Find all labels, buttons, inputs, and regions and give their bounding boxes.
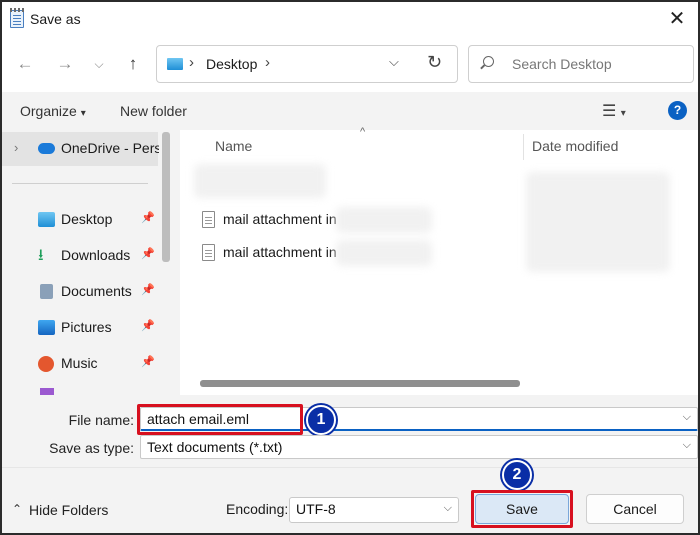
- nav-item-documents[interactable]: Documents 📌: [2, 275, 158, 309]
- music-icon: [38, 356, 54, 372]
- notepad-icon: [10, 8, 24, 28]
- file-name-label: File name:: [68, 412, 134, 428]
- search-input[interactable]: [512, 54, 682, 74]
- text-file-icon: [202, 211, 215, 228]
- dialog-title: Save as: [30, 11, 81, 27]
- hide-folders-label: Hide Folders: [29, 502, 109, 518]
- breadcrumb-separator-icon[interactable]: ›: [189, 54, 194, 71]
- nav-item-pictures[interactable]: Pictures 📌: [2, 311, 158, 345]
- step-badge-2: 2: [502, 460, 532, 490]
- organize-label: Organize: [20, 103, 77, 119]
- blurred-filename-part: [336, 240, 432, 266]
- title-bar: Save as ✕: [2, 2, 698, 38]
- view-options-icon[interactable]: ☰ ▾: [602, 101, 626, 121]
- nav-item-downloads[interactable]: ⭳ Downloads 📌: [2, 239, 158, 273]
- navigation-bar: ← → ⌵ ↑ › Desktop › ⌵ ↻: [2, 38, 698, 92]
- address-bar[interactable]: › Desktop › ⌵ ↻: [156, 45, 458, 83]
- videos-icon: [40, 388, 54, 395]
- file-name: mail attachment in: [223, 244, 337, 260]
- pin-icon[interactable]: 📌: [141, 247, 155, 260]
- desktop-location-icon: [167, 58, 183, 70]
- pin-icon[interactable]: 📌: [141, 319, 155, 332]
- search-icon: [483, 56, 494, 67]
- cancel-button[interactable]: Cancel: [586, 494, 684, 524]
- breadcrumb-desktop[interactable]: Desktop: [206, 56, 257, 72]
- save-as-type-value: Text documents (*.txt): [147, 439, 283, 455]
- breadcrumb-chevron-icon[interactable]: ›: [265, 54, 270, 71]
- encoding-label: Encoding:: [226, 501, 289, 517]
- address-dropdown-chevron-icon[interactable]: ⌵: [389, 54, 399, 70]
- nav-item-label: Desktop: [61, 211, 113, 227]
- save-as-type-dropdown-icon[interactable]: ⌵: [683, 439, 691, 452]
- forward-arrow-icon[interactable]: →: [52, 51, 78, 77]
- encoding-select[interactable]: UTF-8 ⌵: [289, 497, 459, 523]
- nav-item-label: Pictures: [61, 319, 112, 335]
- nav-item-music[interactable]: Music 📌: [2, 347, 158, 381]
- desktop-folder-icon: [38, 212, 55, 227]
- encoding-value: UTF-8: [296, 501, 336, 517]
- help-icon[interactable]: ?: [668, 101, 687, 120]
- nav-item-label: Documents: [61, 283, 132, 299]
- organize-dropdown-icon: ▾: [80, 108, 86, 119]
- organize-button[interactable]: Organize ▾: [20, 103, 86, 119]
- pictures-icon: [38, 320, 55, 335]
- highlight-file-name: [137, 404, 303, 435]
- nav-item-label: Downloads: [61, 247, 131, 263]
- sort-ascending-icon: ^: [360, 126, 366, 138]
- blurred-date-column: [526, 172, 670, 272]
- blurred-folder-row[interactable]: [194, 164, 326, 198]
- search-box[interactable]: [468, 45, 694, 83]
- step-badge-1: 1: [306, 405, 336, 435]
- download-icon: ⭳: [38, 247, 44, 264]
- refresh-icon[interactable]: ↻: [427, 52, 442, 73]
- expand-chevron-icon[interactable]: ›: [14, 140, 18, 155]
- highlight-save-button: [471, 490, 573, 528]
- up-arrow-icon[interactable]: ↑: [120, 51, 146, 77]
- dialog-footer: ⌃ Hide Folders Encoding: UTF-8 ⌵ 2 Save …: [2, 460, 698, 533]
- file-fields: File name: attach email.eml ⌵ 1 Save as …: [2, 395, 698, 467]
- nav-item-label: OneDrive - Perso: [61, 140, 159, 156]
- pin-icon[interactable]: 📌: [141, 283, 155, 296]
- pin-icon[interactable]: 📌: [141, 211, 155, 224]
- file-name-dropdown-icon[interactable]: ⌵: [683, 411, 691, 424]
- save-as-type-select[interactable]: Text documents (*.txt) ⌵: [140, 435, 698, 459]
- nav-item-onedrive[interactable]: › OneDrive - Perso: [2, 132, 159, 166]
- close-button[interactable]: ✕: [664, 6, 690, 32]
- save-as-dialog: Save as ✕ ← → ⌵ ↑ › Desktop › ⌵ ↻ Organi…: [0, 0, 700, 535]
- file-row[interactable]: mail attachment in: [202, 207, 502, 237]
- horizontal-scrollbar[interactable]: [200, 380, 520, 387]
- save-as-type-label: Save as type:: [49, 440, 134, 456]
- blurred-filename-part: [336, 207, 432, 233]
- nav-item-desktop[interactable]: Desktop 📌: [2, 203, 158, 237]
- encoding-dropdown-icon[interactable]: ⌵: [444, 502, 452, 515]
- column-header-name[interactable]: Name: [215, 138, 252, 154]
- nav-divider: [12, 183, 148, 184]
- back-arrow-icon[interactable]: ←: [12, 51, 38, 77]
- column-divider[interactable]: [523, 134, 524, 160]
- navigation-pane: › OneDrive - Perso Desktop 📌 ⭳ Downloads…: [2, 130, 174, 395]
- nav-pane-scrollbar[interactable]: [162, 132, 170, 262]
- chevron-up-icon: ⌃: [12, 502, 23, 516]
- recent-locations-chevron-icon[interactable]: ⌵: [86, 51, 112, 77]
- text-file-icon: [202, 244, 215, 261]
- new-folder-button[interactable]: New folder: [120, 103, 187, 119]
- cloud-icon: [38, 143, 55, 154]
- command-bar: Organize ▾ New folder ☰ ▾ ?: [2, 92, 698, 130]
- column-header-date-modified[interactable]: Date modified: [532, 138, 618, 154]
- pin-icon[interactable]: 📌: [141, 355, 155, 368]
- file-row[interactable]: mail attachment in: [202, 240, 502, 270]
- nav-item-label: Music: [61, 355, 98, 371]
- file-name: mail attachment in: [223, 211, 337, 227]
- file-list: ^ Name Date modified mail attachment in …: [180, 126, 698, 395]
- documents-icon: [40, 284, 53, 299]
